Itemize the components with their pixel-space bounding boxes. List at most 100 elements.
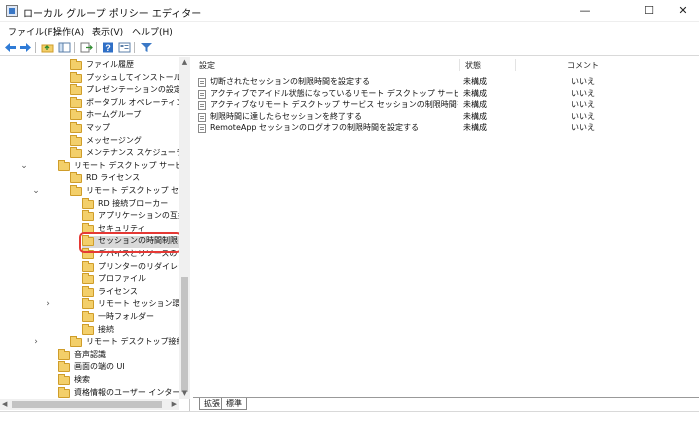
tree-item[interactable]: › リモート デスクトップ接続のク	[0, 336, 189, 348]
tree-item[interactable]: ホームグループ	[0, 109, 185, 121]
tree-item-label: リモート デスクトップ セッション	[86, 186, 189, 195]
policy-comment: いいえ	[571, 111, 595, 121]
tree-item[interactable]: 一時フォルダー	[0, 311, 185, 323]
policy-comment: いいえ	[571, 123, 595, 132]
tree-item[interactable]: 画面の端の UI	[0, 361, 185, 373]
app-icon	[6, 5, 18, 17]
tree-item-label: プッシュしてインストール	[86, 72, 182, 82]
tree-item[interactable]: アプリケーションの互換性	[0, 210, 189, 222]
folder-icon	[70, 147, 82, 159]
tree-item[interactable]: プレゼンテーションの設定	[0, 84, 185, 96]
policy-name: アクティブなリモート デスクトップ サービス セッションの制限時間を設定...	[210, 100, 458, 109]
tree-item[interactable]: プッシュしてインストール	[0, 71, 185, 84]
scroll-thumb[interactable]	[12, 401, 162, 408]
tree-vertical-scrollbar[interactable]: ▲ ▼	[179, 57, 190, 399]
tree-item-label: プレゼンテーションの設定	[86, 85, 182, 95]
tree-item[interactable]: プロファイル	[0, 273, 185, 285]
tree-item-label: メンテナンス スケジューラ	[86, 148, 184, 158]
policy-state: 未構成	[463, 123, 487, 132]
chevron-right-icon[interactable]: ›	[32, 336, 40, 348]
tree-item[interactable]: RD 接続ブローカー	[0, 197, 185, 210]
tree-item[interactable]: マップ	[0, 122, 185, 134]
properties-icon[interactable]	[117, 41, 131, 54]
tree-item[interactable]: 検索	[0, 374, 185, 386]
policy-name: アクティブでアイドル状態になっているリモート デスクトップ サービス セッ...	[210, 88, 458, 98]
policy-row[interactable]: アクティブでアイドル状態になっているリモート デスクトップ サービス セッ...…	[193, 88, 699, 100]
menu-action[interactable]: 操作(A)	[53, 25, 84, 38]
scroll-up-arrow-icon[interactable]: ▲	[179, 57, 190, 68]
menu-help[interactable]: ヘルプ(H)	[132, 25, 173, 38]
tree-item-label: 検索	[74, 375, 90, 384]
folder-icon	[82, 197, 94, 209]
policy-row[interactable]: RemoteApp セッションのログオフの制限時間を設定する 未構成 いいえ	[193, 122, 699, 134]
chevron-right-icon[interactable]: ›	[44, 298, 52, 310]
tree-item-label: プロファイル	[98, 274, 146, 284]
policy-name: RemoteApp セッションのログオフの制限時間を設定する	[210, 123, 420, 132]
folder-icon	[58, 361, 70, 373]
tree-horizontal-scrollbar[interactable]: ◀ ▶	[0, 399, 179, 410]
policy-state: 未構成	[463, 111, 487, 121]
forward-arrow-icon[interactable]	[18, 41, 32, 54]
tree-item[interactable]: ⌄ リモート デスクトップ サービス	[0, 159, 189, 172]
tree-item[interactable]: RD ライセンス	[0, 172, 185, 184]
tree-item-label: ファイル履歴	[86, 60, 134, 69]
tree-item[interactable]: メッセージング	[0, 134, 185, 147]
folder-icon	[70, 59, 82, 70]
scroll-down-arrow-icon[interactable]: ▼	[179, 388, 190, 399]
tree-item[interactable]: 音声認識	[0, 348, 185, 361]
tree-item[interactable]: 接続	[0, 323, 185, 336]
maximize-button[interactable]: ☐	[632, 0, 666, 22]
tree-item[interactable]: メンテナンス スケジューラ	[0, 147, 185, 159]
policy-setting-icon	[198, 89, 206, 99]
tree-item-label: リモート デスクトップ接続のク	[86, 337, 190, 347]
policy-row[interactable]: アクティブなリモート デスクトップ サービス セッションの制限時間を設定... 未…	[193, 99, 699, 111]
minimize-button[interactable]: —	[568, 0, 602, 22]
tree-item[interactable]: › リモート セッション環境	[0, 298, 189, 310]
policy-state: 未構成	[463, 88, 487, 98]
tab-standard[interactable]: 標準	[221, 398, 247, 410]
tree-item-label: ライセンス	[98, 286, 138, 296]
up-folder-icon[interactable]	[40, 41, 54, 54]
title-bar: ローカル グループ ポリシー エディター — ☐ ✕	[0, 0, 699, 22]
toolbar-separator	[74, 42, 75, 53]
scroll-right-arrow-icon[interactable]: ▶	[172, 399, 177, 410]
help-icon[interactable]: ?	[101, 41, 115, 54]
chevron-down-icon[interactable]: ⌄	[32, 185, 40, 197]
policy-setting-icon	[198, 124, 206, 133]
tree-item[interactable]: ファイル履歴	[0, 59, 185, 71]
tree-item-label: 画面の端の UI	[74, 362, 125, 372]
policy-state: 未構成	[463, 77, 487, 86]
column-separator[interactable]	[515, 59, 516, 71]
folder-icon	[70, 185, 82, 196]
policy-comment: いいえ	[571, 100, 595, 109]
menu-file[interactable]: ファイル(F)	[8, 25, 56, 38]
column-header-setting[interactable]: 設定	[199, 60, 215, 71]
policy-row[interactable]: 切断されたセッションの制限時間を設定する 未構成 いいえ	[193, 76, 699, 88]
filter-icon[interactable]	[139, 41, 153, 54]
chevron-down-icon[interactable]: ⌄	[20, 160, 28, 172]
close-button[interactable]: ✕	[666, 0, 699, 22]
policy-state: 未構成	[463, 100, 487, 109]
back-arrow-icon[interactable]	[3, 41, 17, 54]
folder-icon	[82, 323, 94, 335]
column-separator[interactable]	[459, 59, 460, 71]
tree-item-label: 接続	[98, 324, 114, 334]
tree-item-label: リモート デスクトップ サービス	[74, 160, 190, 170]
tree-item[interactable]: ライセンス	[0, 285, 185, 298]
export-list-icon[interactable]	[79, 41, 93, 54]
tree-item[interactable]: プリンターのリダイレクト	[0, 260, 189, 273]
tree-item-label: 音声認識	[74, 349, 106, 359]
tree-item[interactable]: ポータブル オペレーティング システ	[0, 96, 189, 109]
scroll-thumb[interactable]	[181, 277, 188, 392]
scroll-left-arrow-icon[interactable]: ◀	[2, 399, 7, 410]
policy-row[interactable]: 制限時間に達したらセッションを終了する 未構成 いいえ	[193, 111, 699, 123]
tree-item[interactable]: ⌄ リモート デスクトップ セッション	[0, 185, 189, 197]
column-header-state[interactable]: 状態	[465, 60, 481, 71]
folder-icon	[58, 159, 70, 171]
tree-item[interactable]: 資格情報のユーザー インターフェ	[0, 386, 189, 399]
show-hide-tree-icon[interactable]	[57, 41, 71, 54]
menu-view[interactable]: 表示(V)	[92, 25, 123, 38]
tree-item-label: メッセージング	[86, 135, 142, 145]
policy-setting-icon	[198, 101, 206, 110]
column-header-comment[interactable]: コメント	[567, 60, 599, 71]
